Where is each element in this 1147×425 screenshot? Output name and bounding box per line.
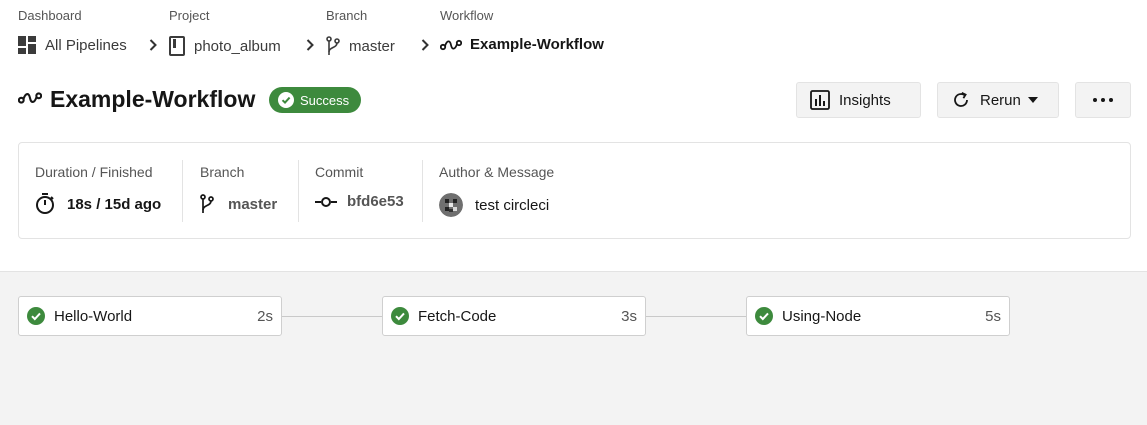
- chevron-right-icon: [421, 39, 429, 51]
- crumb-dashboard: Dashboard All Pipelines: [18, 8, 127, 54]
- summary-commit-link[interactable]: bfd6e53: [315, 193, 404, 210]
- job-card-using-node[interactable]: Using-Node 5s: [746, 296, 1010, 336]
- job-connector: [646, 316, 746, 317]
- insights-button[interactable]: Insights: [796, 82, 921, 118]
- git-branch-icon: [200, 194, 214, 213]
- summary-author-row: test circleci: [439, 193, 549, 217]
- more-horizontal-icon: [1093, 98, 1113, 102]
- page-title: Example-Workflow: [50, 86, 256, 112]
- column-divider: [182, 160, 183, 222]
- workflow-icon: [440, 39, 462, 50]
- crumb-project-text: photo_album: [194, 37, 281, 55]
- rerun-button-label: Rerun: [980, 91, 1021, 109]
- summary-commit-value: bfd6e53: [347, 193, 404, 210]
- dashboard-grid-icon: [18, 36, 36, 54]
- summary-commit-label: Commit: [315, 164, 364, 180]
- avatar: [439, 193, 463, 217]
- git-commit-icon: [315, 196, 337, 207]
- job-name: Hello-World: [54, 307, 133, 325]
- crumb-project-link[interactable]: photo_album: [169, 36, 281, 56]
- crumb-dashboard-label: Dashboard: [18, 8, 82, 23]
- summary-duration-value: 18s / 15d ago: [67, 195, 162, 213]
- summary-duration-value-row: 18s / 15d ago: [35, 193, 161, 215]
- workflow-graph: Hello-World 2s Fetch-Code 3s Using-Node …: [0, 271, 1147, 425]
- crumb-workflow-text: Example-Workflow: [470, 36, 604, 53]
- job-duration: 2s: [257, 307, 273, 325]
- workflow-icon: [18, 92, 42, 104]
- crumb-workflow-current: Example-Workflow: [440, 36, 604, 53]
- summary-branch-value: master: [228, 195, 278, 213]
- refresh-icon: [954, 91, 968, 107]
- job-name: Using-Node: [782, 307, 862, 325]
- workflow-summary-card: Duration / Finished 18s / 15d ago Branch…: [18, 142, 1131, 239]
- crumb-all-pipelines-text: All Pipelines: [45, 36, 127, 54]
- job-name: Fetch-Code: [418, 307, 497, 325]
- summary-author-label: Author & Message: [439, 164, 555, 180]
- job-connector: [282, 316, 382, 317]
- column-divider: [298, 160, 299, 222]
- repo-icon: [169, 36, 185, 56]
- crumb-workflow: Workflow Example-Workflow: [440, 8, 604, 53]
- job-duration: 5s: [985, 307, 1001, 325]
- crumb-all-pipelines-link[interactable]: All Pipelines: [18, 36, 127, 54]
- crumb-branch-label: Branch: [326, 8, 368, 23]
- success-check-icon: [27, 307, 45, 325]
- summary-branch-label: Branch: [200, 164, 245, 180]
- rerun-button[interactable]: Rerun: [937, 82, 1059, 118]
- more-options-button[interactable]: [1075, 82, 1131, 118]
- job-card-fetch-code[interactable]: Fetch-Code 3s: [382, 296, 646, 336]
- chevron-right-icon: [149, 39, 157, 51]
- insights-button-label: Insights: [839, 91, 891, 109]
- summary-duration-label: Duration / Finished: [35, 164, 153, 180]
- caret-down-icon: [1027, 97, 1038, 103]
- summary-author-message: test circleci: [475, 196, 550, 214]
- success-check-icon: [391, 307, 409, 325]
- crumb-branch-link[interactable]: master: [326, 36, 395, 56]
- status-badge: Success: [269, 87, 362, 113]
- status-badge-text: Success: [300, 92, 350, 108]
- chevron-right-icon: [306, 39, 314, 51]
- git-branch-icon: [326, 36, 340, 55]
- job-card-hello-world[interactable]: Hello-World 2s: [18, 296, 282, 336]
- crumb-branch-text: master: [349, 37, 395, 55]
- job-duration: 3s: [621, 307, 637, 325]
- summary-branch-link[interactable]: master: [200, 193, 277, 215]
- column-divider: [422, 160, 423, 222]
- crumb-workflow-label: Workflow: [440, 8, 494, 23]
- crumb-project: Project photo_album: [169, 8, 281, 56]
- crumb-branch: Branch master: [326, 8, 395, 55]
- crumb-project-label: Project: [169, 8, 210, 23]
- success-check-icon: [755, 307, 773, 325]
- bar-chart-icon: [810, 90, 830, 110]
- stopwatch-icon: [36, 193, 54, 214]
- check-circle-icon: [278, 92, 294, 108]
